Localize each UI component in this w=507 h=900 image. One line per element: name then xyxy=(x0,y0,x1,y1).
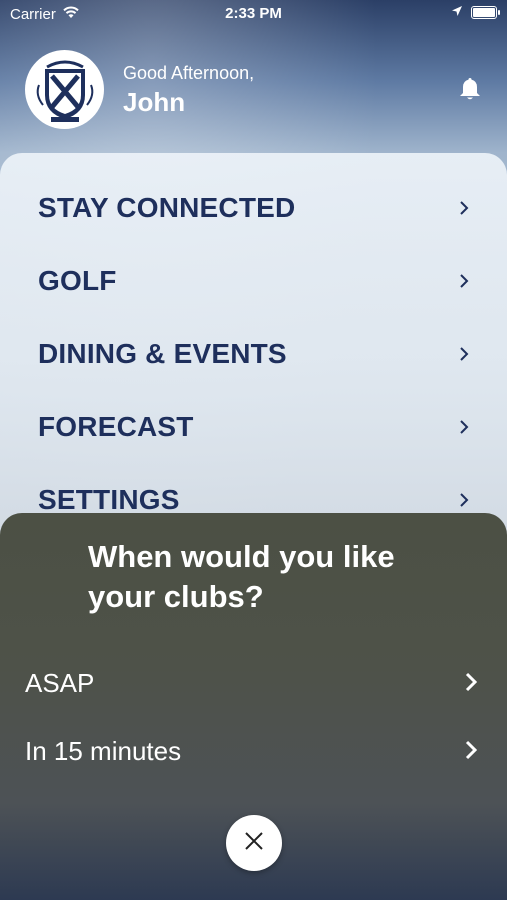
status-time: 2:33 PM xyxy=(225,5,282,22)
location-arrow-icon xyxy=(451,4,463,21)
menu-item-label: FORECAST xyxy=(38,411,194,442)
chevron-right-icon xyxy=(459,273,469,294)
menu-item-label: DINING & EVENTS xyxy=(38,338,287,369)
chevron-right-icon xyxy=(459,200,469,221)
close-icon xyxy=(244,831,264,856)
greeting-text: Good Afternoon, xyxy=(123,63,255,83)
battery-icon xyxy=(471,6,500,19)
status-right xyxy=(451,4,500,21)
header: Good Afternoon, John xyxy=(0,45,507,135)
status-bar: Carrier 2:33 PM xyxy=(0,0,507,28)
menu-item-label: SETTINGS xyxy=(38,484,180,515)
option-label: ASAP xyxy=(25,668,95,698)
chevron-right-icon xyxy=(465,672,478,697)
chevron-right-icon xyxy=(459,346,469,367)
club-crest-logo xyxy=(25,50,104,129)
bell-icon[interactable] xyxy=(459,77,481,106)
option-asap[interactable]: ASAP xyxy=(0,658,507,708)
menu-item-dining-events[interactable]: DINING & EVENTS xyxy=(0,324,507,384)
sheet-title: When would you like your clubs? xyxy=(88,539,395,614)
user-name: John xyxy=(123,87,186,117)
menu-item-label: GOLF xyxy=(38,265,117,296)
menu-item-golf[interactable]: GOLF xyxy=(0,251,507,311)
option-15-minutes[interactable]: In 15 minutes xyxy=(0,726,507,776)
close-button[interactable] xyxy=(226,815,282,871)
menu-item-label: STAY CONNECTED xyxy=(38,192,296,223)
chevron-right-icon xyxy=(459,419,469,440)
menu-item-stay-connected[interactable]: STAY CONNECTED xyxy=(0,178,507,238)
chevron-right-icon xyxy=(459,492,469,513)
chevron-right-icon xyxy=(465,740,478,765)
menu-item-forecast[interactable]: FORECAST xyxy=(0,397,507,457)
option-label: In 15 minutes xyxy=(25,736,182,766)
